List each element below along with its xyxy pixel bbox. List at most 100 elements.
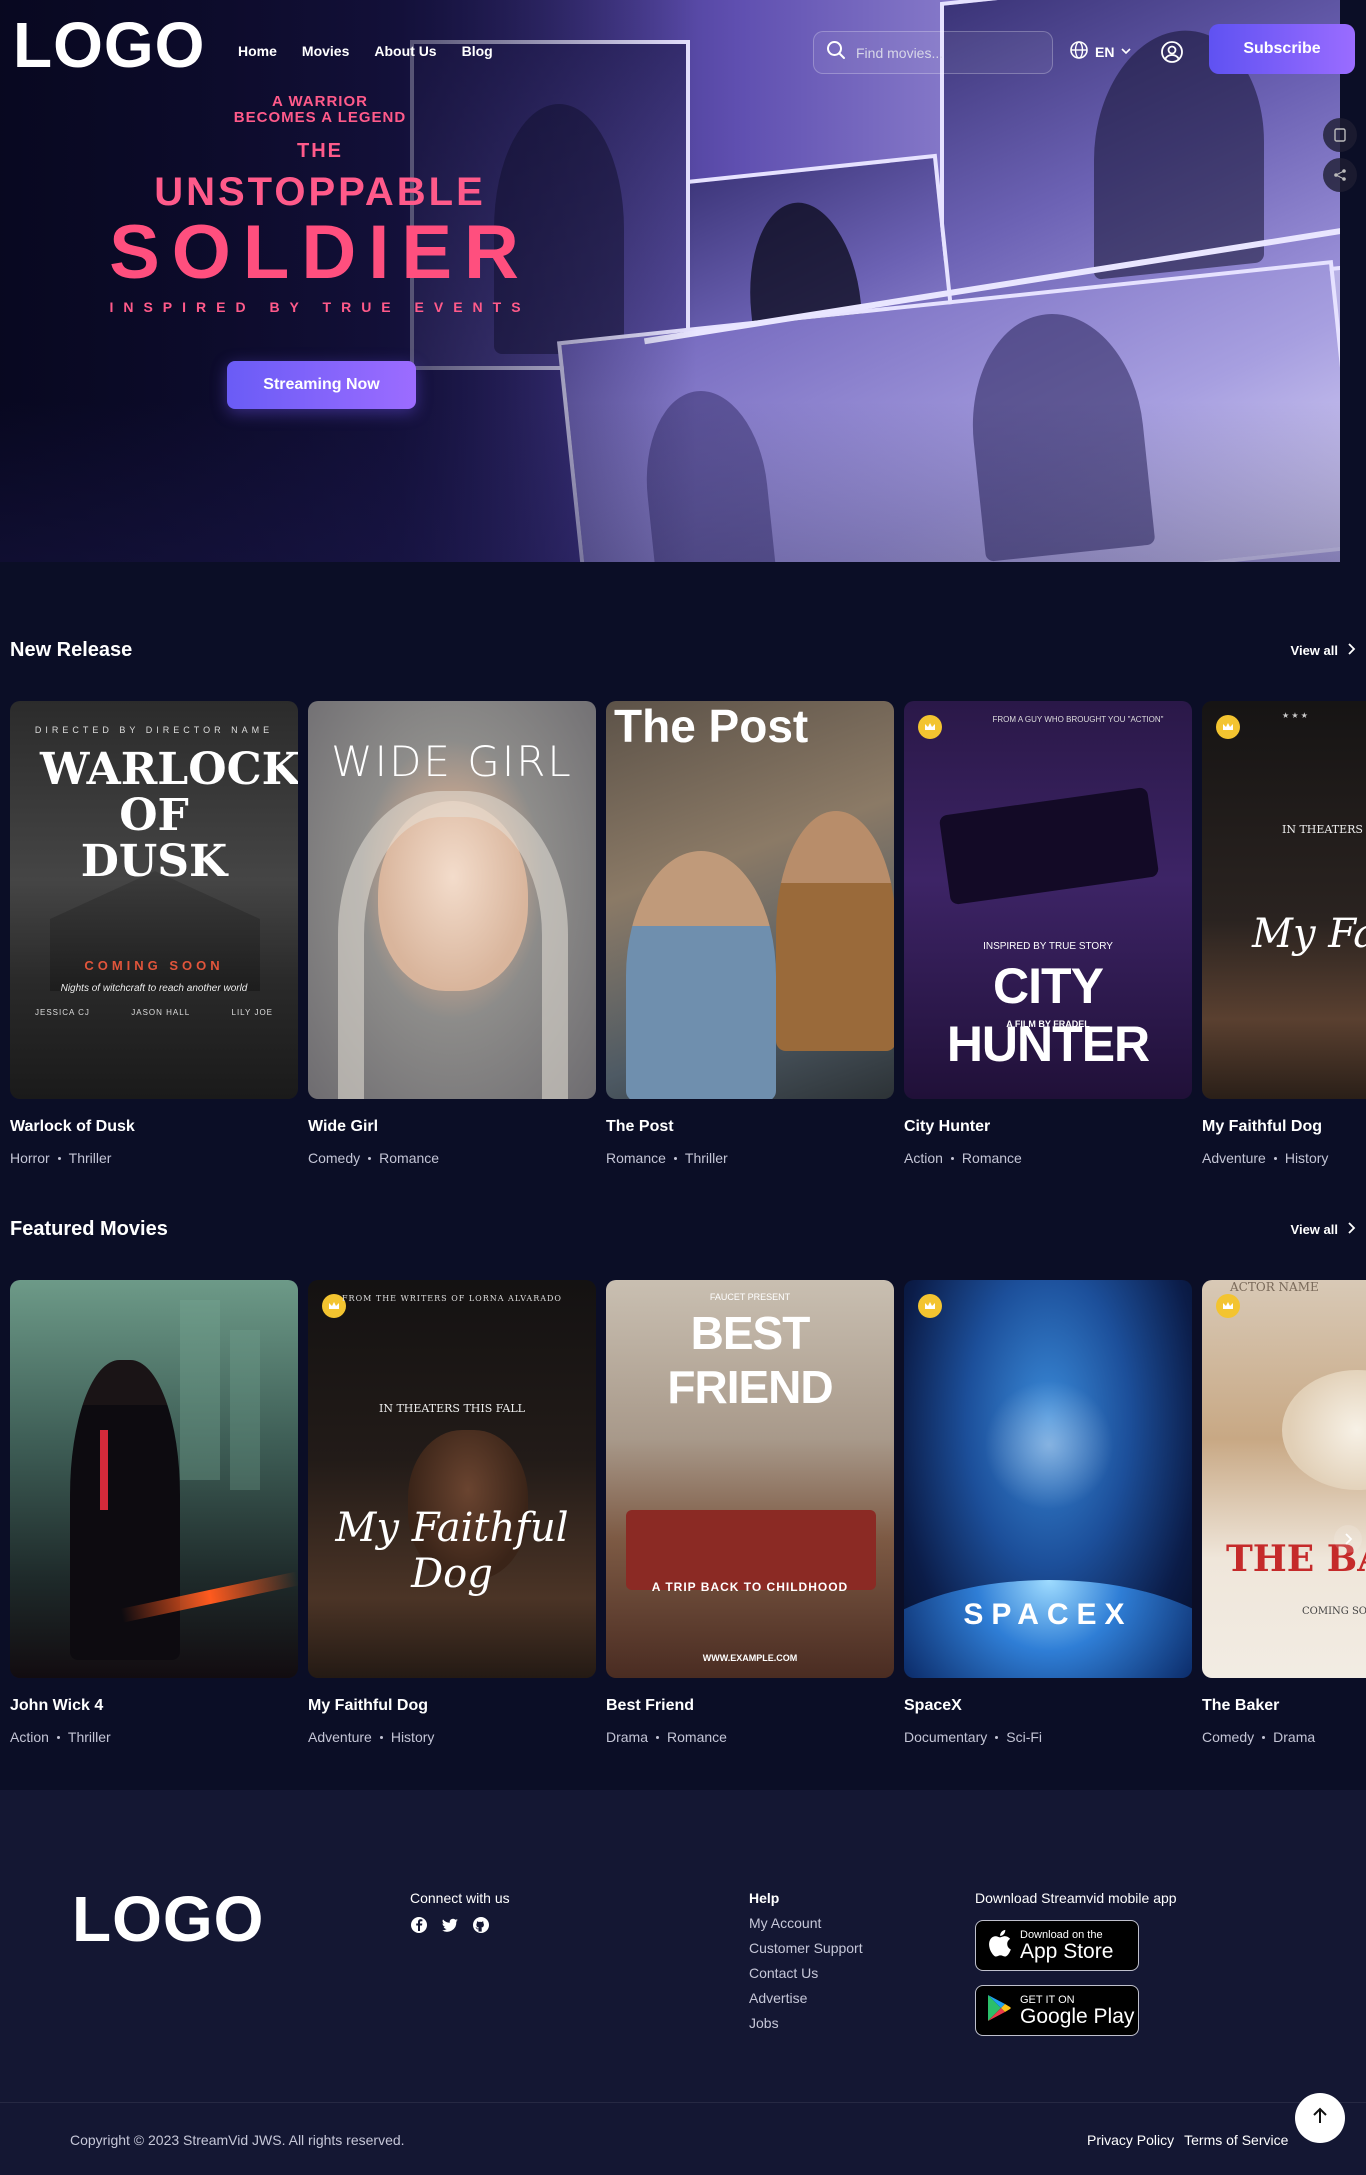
privacy-policy-link[interactable]: Privacy Policy	[1087, 2132, 1174, 2148]
share-icon[interactable]	[1323, 158, 1357, 192]
movie-poster[interactable]: WIDE GIRL	[308, 701, 596, 1099]
poster-cast-name: JESSICA CJ	[35, 1008, 90, 1017]
poster-title: SPACEX	[963, 1598, 1133, 1631]
poster-cast: JESSICA CJ JASON HALL LILY JOE	[35, 1008, 273, 1017]
crown-icon	[918, 1294, 942, 1318]
subscribe-button[interactable]: Subscribe	[1209, 24, 1355, 74]
github-icon[interactable]	[472, 1916, 490, 1939]
new-release-title: New Release	[10, 639, 133, 661]
movie-card[interactable]: ACTOR NAME THE BA COMING SO The Baker Co…	[1202, 1280, 1366, 1745]
movie-genres: Drama Romance	[606, 1729, 894, 1745]
footer-logo[interactable]: LOGO	[72, 1882, 264, 1956]
carousel-next-button[interactable]	[1334, 1525, 1362, 1553]
movie-title[interactable]: Wide Girl	[308, 1118, 596, 1136]
google-play-big-text: Google Play	[1020, 2004, 1135, 2028]
genre-tag: Adventure	[1202, 1150, 1266, 1166]
movie-card[interactable]: FAUCET PRESENT BEST FRIEND A TRIP BACK T…	[606, 1280, 894, 1745]
movie-genres: Adventure History	[1202, 1150, 1366, 1166]
movie-genres: Romance Thriller	[606, 1150, 894, 1166]
nav-home[interactable]: Home	[238, 43, 277, 59]
movie-genres: Comedy Romance	[308, 1150, 596, 1166]
movie-card[interactable]: John Wick 4 Action Thriller	[10, 1280, 298, 1745]
chevron-right-icon	[1346, 643, 1356, 658]
poster-top-text: FAUCET PRESENT	[709, 1292, 791, 1302]
help-link-jobs[interactable]: Jobs	[749, 2015, 863, 2031]
footer-app-download: Download Streamvid mobile app Download o…	[975, 1890, 1177, 2036]
movie-title[interactable]: City Hunter	[904, 1118, 1192, 1136]
nav-movies[interactable]: Movies	[302, 43, 349, 59]
movie-title[interactable]: The Baker	[1202, 1697, 1366, 1715]
poster-top-text: FROM THE WRITERS OF LORNA ALVARADO	[342, 1294, 562, 1303]
movie-poster[interactable]: SPACEX	[904, 1280, 1192, 1678]
poster-title: The Post	[614, 701, 809, 752]
connect-title: Connect with us	[410, 1890, 510, 1906]
movie-genres: Horror Thriller	[10, 1150, 298, 1166]
movie-title[interactable]: John Wick 4	[10, 1697, 298, 1715]
search-box	[813, 31, 1053, 74]
genre-tag: Romance	[379, 1150, 440, 1166]
movie-poster[interactable]	[10, 1280, 298, 1678]
facebook-icon[interactable]	[410, 1916, 428, 1939]
site-logo[interactable]: LOGO	[13, 10, 205, 80]
google-play-button[interactable]: GET IT ON Google Play	[975, 1985, 1139, 2036]
site-header: LOGO Home Movies About Us Blog EN Subscr…	[0, 0, 1366, 96]
footer-connect: Connect with us	[410, 1890, 510, 1939]
movie-genres: Action Romance	[904, 1150, 1192, 1166]
movie-title[interactable]: My Faithful Dog	[308, 1697, 596, 1715]
hero-text-block: A WARRIOR BECOMES A LEGEND THE UNSTOPPAB…	[30, 94, 610, 316]
movie-title[interactable]: SpaceX	[904, 1697, 1192, 1715]
help-link-contact-us[interactable]: Contact Us	[749, 1965, 863, 1981]
poster-title: My Faithful Dog	[335, 1505, 569, 1597]
app-store-small-text: Download on the	[1020, 1928, 1103, 1941]
crown-icon	[1216, 715, 1240, 739]
nav-blog[interactable]: Blog	[462, 43, 493, 59]
back-to-top-button[interactable]	[1295, 2093, 1345, 2143]
movie-poster[interactable]: FAUCET PRESENT BEST FRIEND A TRIP BACK T…	[606, 1280, 894, 1678]
movie-card[interactable]: SPACEX SpaceX Documentary Sci-Fi	[904, 1280, 1192, 1745]
movie-poster[interactable]: FROM A GUY WHO BROUGHT YOU "ACTION" INSP…	[904, 701, 1192, 1099]
twitter-icon[interactable]	[441, 1916, 459, 1939]
genre-tag: Comedy	[308, 1150, 361, 1166]
streaming-now-button[interactable]: Streaming Now	[227, 361, 416, 409]
movie-genres: Action Thriller	[10, 1729, 298, 1745]
footer-divider	[0, 2102, 1366, 2103]
movie-title[interactable]: Warlock of Dusk	[10, 1118, 298, 1136]
new-release-header: New Release View all	[10, 639, 1356, 662]
movie-poster[interactable]: ★ ★ ★ IN THEATERS THIS FALL My Faithful …	[1202, 701, 1366, 1099]
document-icon[interactable]	[1323, 118, 1357, 152]
help-link-my-account[interactable]: My Account	[749, 1915, 863, 1931]
poster-top-text: FROM A GUY WHO BROUGHT YOU "ACTION"	[992, 715, 1164, 724]
help-link-customer-support[interactable]: Customer Support	[749, 1940, 863, 1956]
site-footer: LOGO Connect with us Help My Account Cus…	[0, 1790, 1366, 2175]
featured-view-all[interactable]: View all	[1291, 1222, 1356, 1237]
search-input[interactable]	[856, 44, 1036, 61]
movie-title[interactable]: Best Friend	[606, 1697, 894, 1715]
new-release-view-all[interactable]: View all	[1291, 643, 1356, 658]
movie-card[interactable]: FROM A GUY WHO BROUGHT YOU "ACTION" INSP…	[904, 701, 1192, 1166]
terms-of-service-link[interactable]: Terms of Service	[1184, 2132, 1288, 2148]
movie-poster[interactable]: DIRECTED BY DIRECTOR NAME WARLOCK OF DUS…	[10, 701, 298, 1099]
movie-poster[interactable]: The Post	[606, 701, 894, 1099]
movie-card[interactable]: The Post The Post Romance Thriller	[606, 701, 894, 1166]
help-link-advertise[interactable]: Advertise	[749, 1990, 863, 2006]
movie-card[interactable]: DIRECTED BY DIRECTOR NAME WARLOCK OF DUS…	[10, 701, 298, 1166]
movie-card[interactable]: ★ ★ ★ IN THEATERS THIS FALL My Faithful …	[1202, 701, 1366, 1166]
genre-tag: Drama	[606, 1729, 649, 1745]
movie-title[interactable]: My Faithful Dog	[1202, 1118, 1366, 1136]
app-store-button[interactable]: Download on the App Store	[975, 1920, 1139, 1971]
user-account-icon[interactable]	[1160, 40, 1184, 69]
copyright-text: Copyright © 2023 StreamVid JWS. All righ…	[70, 2132, 405, 2148]
globe-icon	[1069, 40, 1089, 63]
poster-title: BEST FRIEND	[667, 1307, 833, 1413]
language-selector[interactable]: EN	[1069, 40, 1132, 63]
movie-card[interactable]: WIDE GIRL Wide Girl Comedy Romance	[308, 701, 596, 1166]
crown-icon	[1216, 1294, 1240, 1318]
movie-poster[interactable]: FROM THE WRITERS OF LORNA ALVARADO IN TH…	[308, 1280, 596, 1678]
movie-title[interactable]: The Post	[606, 1118, 894, 1136]
poster-tagline: Nights of witchcraft to reach another wo…	[60, 983, 248, 994]
nav-about-us[interactable]: About Us	[374, 43, 436, 59]
genre-tag: Drama	[1273, 1729, 1316, 1745]
movie-poster[interactable]: ACTOR NAME THE BA COMING SO	[1202, 1280, 1366, 1678]
movie-card[interactable]: FROM THE WRITERS OF LORNA ALVARADO IN TH…	[308, 1280, 596, 1745]
search-icon[interactable]	[826, 40, 846, 65]
